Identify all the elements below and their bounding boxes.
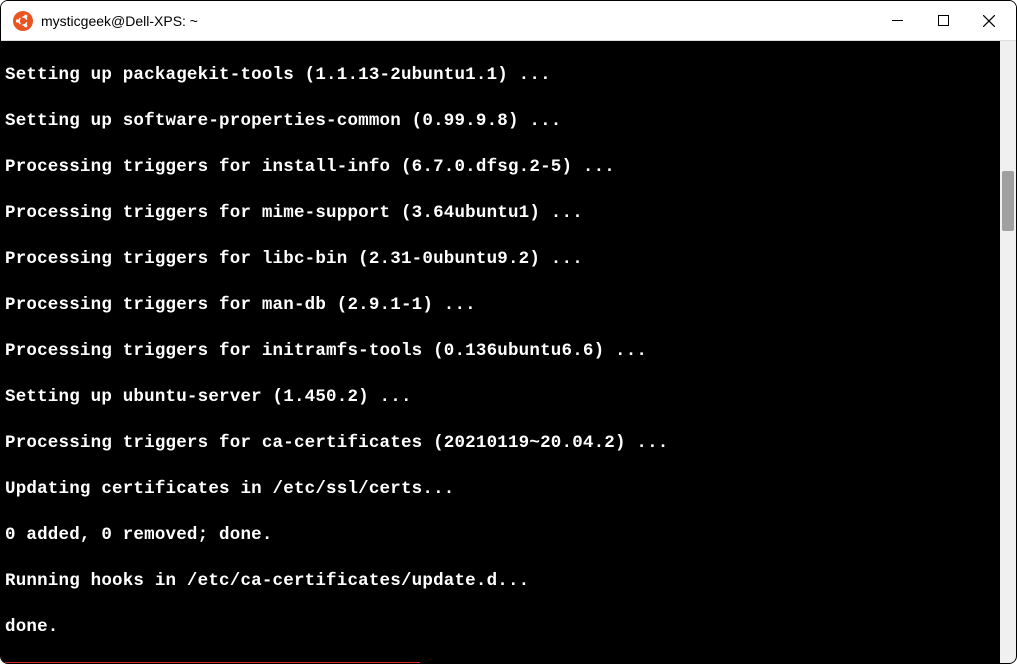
output-line: Processing triggers for ca-certificates …	[1, 432, 1000, 455]
maximize-icon	[938, 15, 949, 26]
output-line: 0 added, 0 removed; done.	[1, 524, 1000, 547]
output-line: Processing triggers for install-info (6.…	[1, 156, 1000, 179]
output-line: Running hooks in /etc/ca-certificates/up…	[1, 570, 1000, 593]
terminal-container: Setting up packagekit-tools (1.1.13-2ubu…	[1, 41, 1016, 663]
output-line: done.	[1, 616, 1000, 639]
output-line: Processing triggers for initramfs-tools …	[1, 340, 1000, 363]
titlebar[interactable]: mysticgeek@Dell-XPS: ~	[1, 1, 1016, 41]
window-title: mysticgeek@Dell-XPS: ~	[41, 13, 866, 29]
window: mysticgeek@Dell-XPS: ~ Setting up packag…	[0, 0, 1017, 664]
minimize-icon	[892, 15, 903, 26]
scrollbar-thumb[interactable]	[1002, 171, 1014, 231]
output-line: Processing triggers for libc-bin (2.31-0…	[1, 248, 1000, 271]
output-line: Updating certificates in /etc/ssl/certs.…	[1, 478, 1000, 501]
output-line: Setting up ubuntu-server (1.450.2) ...	[1, 386, 1000, 409]
output-line: Setting up packagekit-tools (1.1.13-2ubu…	[1, 64, 1000, 87]
scrollbar[interactable]	[1000, 41, 1016, 663]
minimize-button[interactable]	[874, 1, 920, 41]
highlight-box-1: mysticgeek@Dell-XPS:~$ sudo apt update	[3, 662, 420, 663]
window-controls	[874, 1, 1012, 40]
close-button[interactable]	[966, 1, 1012, 41]
maximize-button[interactable]	[920, 1, 966, 41]
ubuntu-icon	[13, 11, 33, 31]
terminal[interactable]: Setting up packagekit-tools (1.1.13-2ubu…	[1, 41, 1000, 663]
output-line: Processing triggers for man-db (2.9.1-1)…	[1, 294, 1000, 317]
output-line: Setting up software-properties-common (0…	[1, 110, 1000, 133]
output-line: Processing triggers for mime-support (3.…	[1, 202, 1000, 225]
close-icon	[983, 15, 995, 27]
